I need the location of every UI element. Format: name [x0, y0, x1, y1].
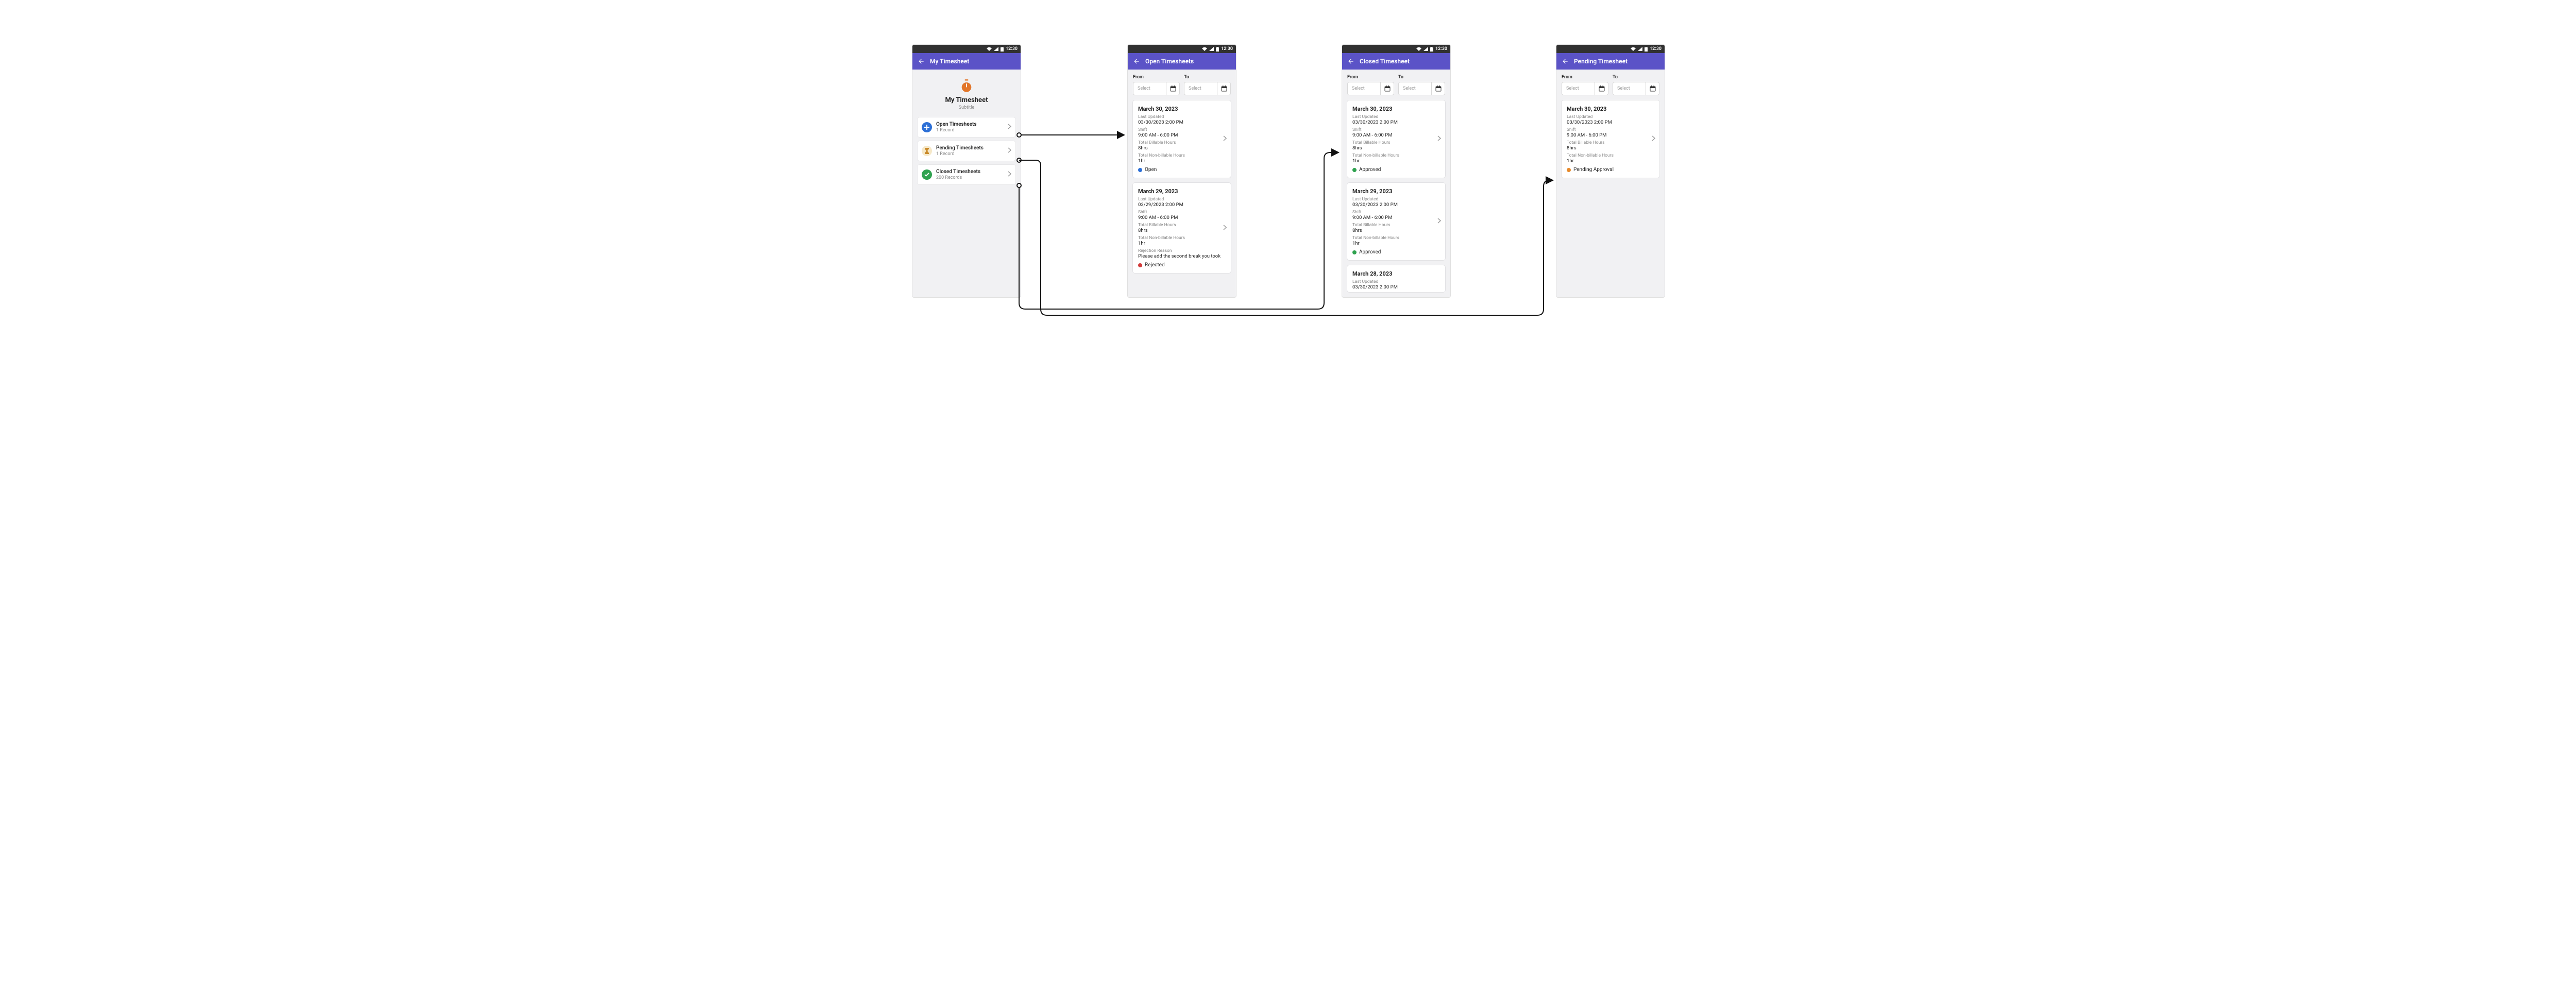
battery-icon: [1001, 47, 1004, 52]
chevron-right-icon: [1652, 135, 1655, 143]
chevron-right-icon: [1008, 147, 1011, 155]
app-bar: Closed Timesheet: [1342, 53, 1450, 70]
battery-icon: [1216, 47, 1219, 52]
status-dot: [1567, 168, 1571, 172]
back-icon[interactable]: [1562, 58, 1569, 65]
timesheet-card[interactable]: March 30, 2023 Last Updated 03/30/2023 2…: [1133, 100, 1231, 178]
status-dot: [1352, 250, 1357, 254]
check-icon: [922, 169, 932, 180]
from-date-input[interactable]: Select: [1347, 82, 1394, 95]
hourglass-icon: [922, 146, 932, 156]
to-date-input[interactable]: Select: [1398, 82, 1445, 95]
chevron-right-icon: [1437, 135, 1441, 143]
status-time: 12:30: [1221, 46, 1233, 52]
calendar-icon[interactable]: [1380, 82, 1394, 95]
from-placeholder: Select: [1133, 82, 1166, 95]
app-bar: Open Timesheets: [1128, 53, 1236, 70]
list-item-sub: 1 Record: [936, 151, 1004, 157]
calendar-icon[interactable]: [1217, 82, 1230, 95]
wifi-icon: [1416, 47, 1421, 51]
page-title: Pending Timesheet: [1574, 58, 1628, 65]
chevron-right-icon: [1008, 124, 1011, 131]
from-label: From: [1347, 75, 1394, 80]
calendar-icon[interactable]: [1431, 82, 1445, 95]
status-bar: 12:30: [1128, 45, 1236, 53]
signal-icon: [1209, 47, 1214, 51]
to-label: To: [1613, 75, 1659, 80]
status-dot: [1138, 168, 1142, 172]
plus-icon: [922, 122, 932, 132]
list-item-closed-timesheets[interactable]: Closed Timesheets 200 Records: [918, 165, 1015, 184]
to-date-input[interactable]: Select: [1184, 82, 1231, 95]
battery-icon: [1430, 47, 1433, 52]
status-label: Rejected: [1145, 262, 1165, 268]
status-dot: [1352, 168, 1357, 172]
timesheet-card[interactable]: March 30, 2023 Last Updated 03/30/2023 2…: [1562, 100, 1659, 178]
battery-icon: [1645, 47, 1648, 52]
chevron-right-icon: [1223, 135, 1227, 143]
from-label: From: [1562, 75, 1608, 80]
status-time: 12:30: [1650, 46, 1662, 52]
calendar-icon[interactable]: [1166, 82, 1179, 95]
to-label: To: [1184, 75, 1231, 80]
list-item-label: Open Timesheets: [936, 122, 1004, 127]
stopwatch-icon: [959, 79, 974, 93]
signal-icon: [1423, 47, 1428, 51]
signal-icon: [994, 47, 998, 51]
screen-pending-timesheet: 12:30 Pending Timesheet From Select To S…: [1556, 44, 1665, 298]
chevron-right-icon: [1223, 225, 1227, 232]
chevron-right-icon: [1437, 218, 1441, 225]
status-bar: 12:30: [912, 45, 1021, 53]
app-bar: My Timesheet: [912, 53, 1021, 70]
back-icon[interactable]: [1347, 58, 1354, 65]
status-time: 12:30: [1006, 46, 1018, 52]
list-item-pending-timesheets[interactable]: Pending Timesheets 1 Record: [918, 141, 1015, 161]
list-item-label: Pending Timesheets: [936, 145, 1004, 151]
back-icon[interactable]: [918, 58, 925, 65]
wifi-icon: [1202, 47, 1207, 51]
page-title: Open Timesheets: [1145, 58, 1194, 65]
list-item-sub: 1 Record: [936, 128, 1004, 133]
from-date-input[interactable]: Select: [1562, 82, 1608, 95]
to-label: To: [1398, 75, 1445, 80]
calendar-icon[interactable]: [1595, 82, 1608, 95]
page-title: My Timesheet: [930, 58, 969, 65]
status-label: Open: [1145, 167, 1157, 173]
screen-closed-timesheet: 12:30 Closed Timesheet From Select To Se…: [1342, 44, 1451, 298]
wifi-icon: [987, 47, 992, 51]
screen-my-timesheet: 12:30 My Timesheet My Timesheet Subtitle…: [912, 44, 1021, 298]
list-item-open-timesheets[interactable]: Open Timesheets 1 Record: [918, 117, 1015, 137]
hero-title: My Timesheet: [912, 96, 1021, 104]
status-bar: 12:30: [1342, 45, 1450, 53]
calendar-icon[interactable]: [1646, 82, 1659, 95]
status-dot: [1138, 263, 1142, 267]
status-time: 12:30: [1435, 46, 1447, 52]
timesheet-card[interactable]: March 29, 2023 Last Updated 03/29/2023 2…: [1133, 183, 1231, 273]
card-date: March 29, 2023: [1138, 188, 1226, 195]
app-bar: Pending Timesheet: [1556, 53, 1665, 70]
back-icon[interactable]: [1133, 58, 1140, 65]
chevron-right-icon: [1008, 171, 1011, 178]
from-label: From: [1133, 75, 1180, 80]
card-date: March 30, 2023: [1138, 106, 1226, 112]
wifi-icon: [1631, 47, 1636, 51]
hero-subtitle: Subtitle: [912, 105, 1021, 110]
timesheet-card[interactable]: March 29, 2023 Last Updated 03/30/2023 2…: [1347, 183, 1445, 260]
list-item-sub: 200 Records: [936, 175, 1004, 180]
screen-open-timesheets: 12:30 Open Timesheets From Select To Sel…: [1127, 44, 1236, 298]
timesheet-card[interactable]: March 30, 2023 Last Updated 03/30/2023 2…: [1347, 100, 1445, 178]
to-date-input[interactable]: Select: [1613, 82, 1659, 95]
timesheet-card[interactable]: March 28, 2023 Last Updated 03/30/2023 2…: [1347, 265, 1445, 292]
page-title: Closed Timesheet: [1360, 58, 1410, 65]
from-date-input[interactable]: Select: [1133, 82, 1180, 95]
to-placeholder: Select: [1184, 82, 1217, 95]
signal-icon: [1638, 47, 1642, 51]
status-bar: 12:30: [1556, 45, 1665, 53]
list-item-label: Closed Timesheets: [936, 169, 1004, 175]
